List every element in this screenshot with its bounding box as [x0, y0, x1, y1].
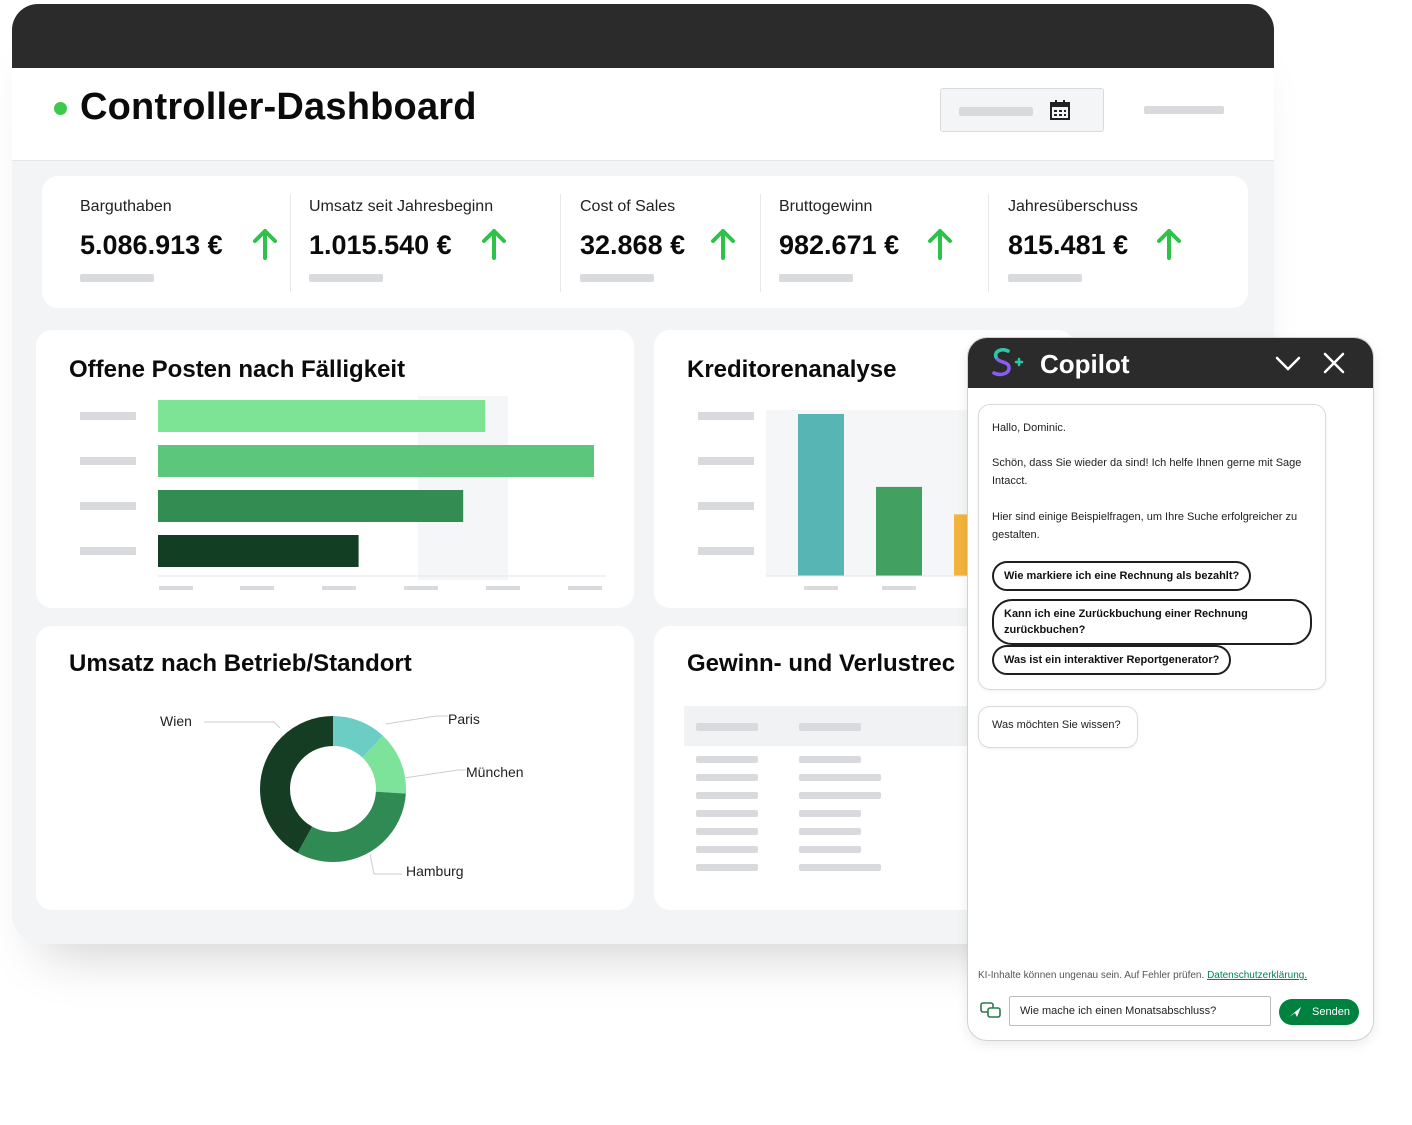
- kpi-card: Barguthaben 5.086.913 € Umsatz seit Jahr…: [42, 176, 1248, 308]
- kpi-placeholder: [80, 274, 154, 282]
- bar-1: [876, 486, 922, 576]
- bar-0: [798, 414, 844, 576]
- welcome-text: Schön, dass Sie wieder da sind! Ich helf…: [992, 457, 1302, 487]
- date-picker[interactable]: [940, 88, 1104, 132]
- category-label-placeholder: [80, 412, 136, 420]
- suggestion-chip[interactable]: Kann ich eine Zurückbuchung einer Rechnu…: [992, 599, 1312, 645]
- kpi-placeholder: [1008, 274, 1082, 282]
- panel-title: Umsatz nach Betrieb/Standort: [69, 650, 412, 677]
- kpi-value: 982.671 €: [779, 230, 900, 260]
- tick-label-placeholder: [404, 586, 438, 590]
- donut-label-muenchen: München: [466, 764, 524, 780]
- kpi-divider: [988, 194, 989, 292]
- send-button[interactable]: Senden: [1279, 999, 1359, 1025]
- assistant-message: Hallo, Dominic. Schön, dass Sie wieder d…: [978, 404, 1326, 690]
- kpi-divider: [760, 194, 761, 292]
- kpi-placeholder: [309, 274, 383, 282]
- ai-disclaimer: KI-Inhalte können ungenau sein. Auf Fehl…: [978, 970, 1307, 981]
- donut-label-wien: Wien: [160, 713, 192, 729]
- sage-copilot-logo-icon: [992, 348, 1024, 377]
- chat-input[interactable]: [1009, 996, 1271, 1026]
- assistant-prompt-message: Was möchten Sie wissen?: [978, 706, 1138, 748]
- bar-2: [158, 490, 464, 522]
- suggestion-chip[interactable]: Was ist ein interaktiver Reportgenerator…: [992, 645, 1232, 675]
- window-titlebar: [12, 4, 1274, 68]
- tick-label-placeholder: [804, 586, 838, 590]
- kpi-label: Bruttogewinn: [779, 198, 873, 215]
- panel-title: Kreditorenanalyse: [687, 356, 897, 383]
- arrow-up-icon: [253, 229, 277, 260]
- calendar-icon[interactable]: [1049, 99, 1071, 121]
- tick-label-placeholder: [159, 586, 193, 590]
- arrow-up-icon: [711, 229, 735, 260]
- kpi-value: 5.086.913 €: [80, 230, 223, 260]
- revenue-donut-chart: Wien Paris München Hamburg: [160, 711, 524, 879]
- tick-label-placeholder: [882, 586, 916, 590]
- header-link-placeholder: [1144, 106, 1224, 114]
- kpi-placeholder: [779, 274, 853, 282]
- copilot-title: Copilot: [1040, 349, 1130, 379]
- bar-0: [158, 400, 485, 432]
- category-label-placeholder: [698, 502, 754, 510]
- send-icon: [1289, 1007, 1302, 1017]
- donut-label-paris: Paris: [448, 711, 480, 727]
- category-label-placeholder: [80, 502, 136, 510]
- arrow-up-icon: [482, 229, 506, 260]
- kpi-value: 32.868 €: [580, 230, 686, 260]
- kpi-placeholder: [580, 274, 654, 282]
- bar-3: [158, 535, 359, 567]
- disclaimer-text: KI-Inhalte können ungenau sein. Auf Fehl…: [978, 970, 1205, 981]
- kpi-divider: [290, 194, 291, 292]
- kpi-label: Jahresüberschuss: [1008, 198, 1138, 215]
- tick-label-placeholder: [240, 586, 274, 590]
- ask-text: Was möchten Sie wissen?: [992, 719, 1121, 731]
- greeting-text: Hallo, Dominic.: [992, 422, 1066, 434]
- donut-label-hamburg: Hamburg: [406, 863, 464, 879]
- category-label-placeholder: [698, 457, 754, 465]
- kpi-label: Umsatz seit Jahresbeginn: [309, 198, 494, 215]
- status-dot: [54, 102, 67, 115]
- copilot-header: Copilot: [968, 338, 1373, 388]
- kpi-label: Cost of Sales: [580, 198, 676, 215]
- tick-label-placeholder: [568, 586, 602, 590]
- bar-1: [158, 445, 594, 477]
- arrow-up-icon: [928, 229, 952, 260]
- send-label: Senden: [1312, 1006, 1350, 1018]
- date-placeholder: [959, 107, 1033, 116]
- page-title: Controller-Dashboard: [80, 86, 477, 128]
- close-icon[interactable]: [1322, 351, 1346, 375]
- open-items-bar-chart: [80, 396, 606, 590]
- intro-text: Hier sind einige Beispielfragen, um Ihre…: [992, 511, 1298, 541]
- arrow-up-icon: [1157, 229, 1181, 260]
- category-label-placeholder: [698, 412, 754, 420]
- kpi-value: 815.481 €: [1008, 230, 1129, 260]
- privacy-link[interactable]: Datenschutzerklärung.: [1207, 970, 1307, 981]
- chevron-down-icon[interactable]: [1274, 351, 1302, 375]
- tick-label-placeholder: [486, 586, 520, 590]
- category-label-placeholder: [80, 457, 136, 465]
- panel-open-items: Offene Posten nach Fälligkeit: [36, 330, 634, 608]
- kpi-label: Barguthaben: [80, 198, 172, 215]
- kpi-value: 1.015.540 €: [309, 230, 452, 260]
- tick-label-placeholder: [322, 586, 356, 590]
- category-label-placeholder: [698, 547, 754, 555]
- copilot-panel: Copilot Hallo, Dominic. Schön, dass Sie …: [967, 337, 1374, 1041]
- panel-title: Gewinn- und Verlustrec: [687, 650, 956, 677]
- panel-revenue-by-site: Umsatz nach Betrieb/Standort Wien Paris …: [36, 626, 634, 910]
- kpi-divider: [560, 194, 561, 292]
- suggestion-chip[interactable]: Wie markiere ich eine Rechnung als bezah…: [992, 561, 1252, 591]
- panel-title: Offene Posten nach Fälligkeit: [69, 356, 406, 383]
- chat-bubbles-icon[interactable]: [980, 1002, 1002, 1020]
- category-label-placeholder: [80, 547, 136, 555]
